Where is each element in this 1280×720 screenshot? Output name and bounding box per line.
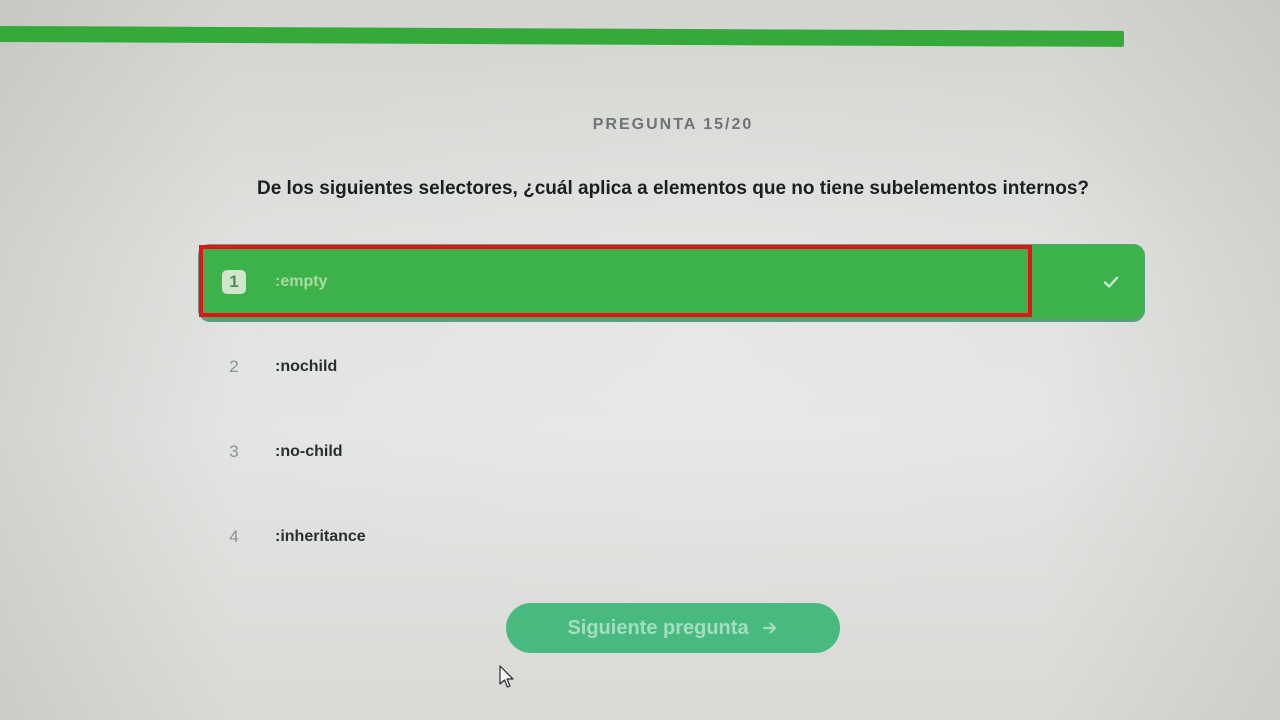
answer-number: 1 (222, 270, 246, 294)
answer-label: :nochild (275, 358, 338, 375)
answer-number: 3 (229, 442, 239, 461)
next-question-button[interactable]: Siguiente pregunta (506, 603, 840, 653)
answer-label: :inheritance (275, 528, 366, 545)
answer-option-4[interactable]: 4 :inheritance (198, 499, 1145, 575)
question-counter: PREGUNTA 15/20 (592, 116, 754, 133)
progress-bar (0, 26, 1125, 47)
arrow-right-icon (762, 622, 776, 634)
answer-label: :empty (275, 273, 328, 290)
next-question-label: Siguiente pregunta (567, 616, 749, 639)
answer-list: 1 :empty 2 :nochild 3 :no-child 4 :inher… (198, 244, 1145, 584)
answer-number: 2 (229, 357, 239, 376)
question-text: De los siguientes selectores, ¿cuál apli… (256, 178, 1090, 199)
check-icon (1103, 276, 1119, 288)
answer-number: 4 (229, 527, 239, 546)
answer-option-3[interactable]: 3 :no-child (198, 414, 1145, 490)
mouse-pointer-icon (499, 665, 514, 688)
progress-bar-fill (0, 26, 1125, 47)
answer-option-2[interactable]: 2 :nochild (198, 329, 1145, 405)
answer-label: :no-child (275, 443, 343, 460)
answer-option-1[interactable]: 1 :empty (198, 244, 1145, 320)
